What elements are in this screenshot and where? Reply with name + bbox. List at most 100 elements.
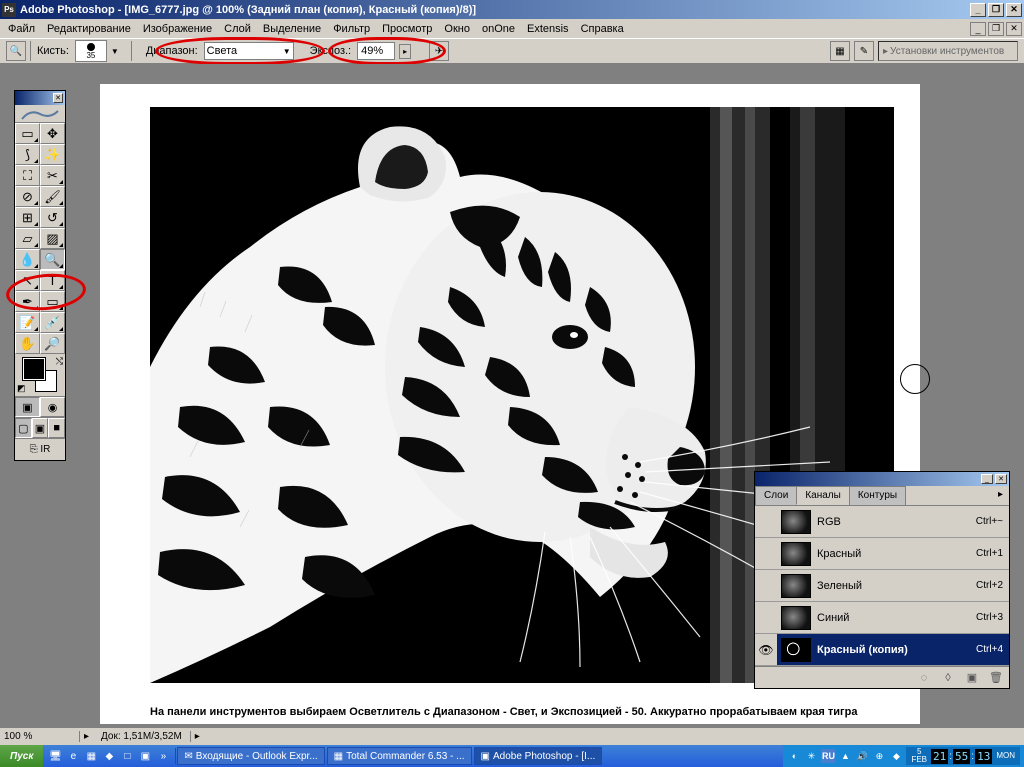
lasso-tool[interactable]: ⟆ [15, 144, 40, 165]
menu-extensis[interactable]: Extensis [521, 21, 575, 37]
delete-channel-button[interactable]: 🗑 [987, 670, 1005, 686]
menu-help[interactable]: Справка [575, 21, 630, 37]
eraser-tool[interactable]: ▱ [15, 228, 40, 249]
standard-mode-button[interactable]: ▣ [15, 397, 40, 417]
ql-desktop-icon[interactable]: 🖥 [47, 748, 63, 764]
load-selection-button[interactable]: ◌ [915, 670, 933, 686]
ql-app2-icon[interactable]: ◆ [101, 748, 117, 764]
gradient-tool[interactable]: ▨ [40, 228, 65, 249]
brush-preset-picker[interactable]: 35 [75, 40, 107, 62]
document-info[interactable]: Док: 1,51M/3,52M [93, 731, 191, 742]
visibility-toggle[interactable]: 👁 [755, 634, 777, 665]
toolbox-titlebar[interactable]: ✕ [15, 91, 65, 105]
panel-menu-icon[interactable]: ▸ [992, 486, 1009, 505]
taskbar-task-totalcmd[interactable]: ▦ Total Commander 6.53 - ... [327, 747, 472, 765]
zoom-field[interactable]: 100 % [0, 731, 80, 742]
dodge-tool[interactable]: 🔍 [40, 249, 65, 270]
menu-view[interactable]: Просмотр [376, 21, 438, 37]
airbrush-toggle[interactable]: ✈ [429, 41, 449, 61]
menu-filter[interactable]: Фильтр [327, 21, 376, 37]
zoom-tool[interactable]: 🔎 [40, 333, 65, 354]
menu-window[interactable]: Окно [438, 21, 476, 37]
swap-colors-icon[interactable]: ⤭ [56, 356, 63, 367]
exposure-input[interactable]: 49% [357, 42, 395, 60]
menu-file[interactable]: Файл [2, 21, 41, 37]
foreground-color-swatch[interactable] [23, 358, 45, 380]
tool-presets-well[interactable]: ▸ Установки инструментов [878, 41, 1018, 61]
marquee-tool[interactable]: ▭ [15, 123, 40, 144]
ql-ie-icon[interactable]: e [65, 748, 81, 764]
brush-tool[interactable]: 🖌 [40, 186, 65, 207]
file-browser-button[interactable]: ▦ [830, 41, 850, 61]
panel-titlebar[interactable]: _ ✕ [755, 472, 1009, 486]
doc-minimize-button[interactable]: _ [970, 22, 986, 36]
new-channel-button[interactable]: ▣ [963, 670, 981, 686]
ql-more-icon[interactable]: » [155, 748, 171, 764]
channel-row-blue[interactable]: Синий Ctrl+3 [755, 602, 1009, 634]
hand-tool[interactable]: ✋ [15, 333, 40, 354]
doc-close-button[interactable]: ✕ [1006, 22, 1022, 36]
exposure-slider-arrow[interactable]: ▸ [399, 44, 411, 59]
toolbox-close-icon[interactable]: ✕ [53, 93, 63, 103]
channel-row-red[interactable]: Красный Ctrl+1 [755, 538, 1009, 570]
tray-lang-indicator[interactable]: RU [821, 749, 835, 763]
menu-image[interactable]: Изображение [137, 21, 218, 37]
menu-edit[interactable]: Редактирование [41, 21, 137, 37]
channel-row-red-copy[interactable]: 👁 Красный (копия) Ctrl+4 [755, 634, 1009, 666]
tray-clock[interactable]: 5 FEB 21: 55: 13 MON [906, 747, 1020, 765]
taskbar-task-outlook[interactable]: ✉ Входящие - Outlook Expr... [177, 747, 324, 765]
maximize-button[interactable]: ❐ [988, 3, 1004, 17]
panel-minimize-icon[interactable]: _ [981, 474, 993, 484]
channel-row-rgb[interactable]: RGB Ctrl+~ [755, 506, 1009, 538]
menu-onone[interactable]: onOne [476, 21, 521, 37]
history-brush-tool[interactable]: ↺ [40, 207, 65, 228]
tray-icon[interactable]: ⊕ [872, 749, 886, 763]
type-tool[interactable]: T [40, 270, 65, 291]
healing-brush-tool[interactable]: ⊘ [15, 186, 40, 207]
close-button[interactable]: ✕ [1006, 3, 1022, 17]
shape-tool[interactable]: ▭ [40, 291, 65, 312]
menu-layer[interactable]: Слой [218, 21, 257, 37]
tab-channels[interactable]: Каналы [796, 486, 850, 505]
doc-restore-button[interactable]: ❐ [988, 22, 1004, 36]
start-button[interactable]: Пуск [0, 745, 43, 767]
tab-paths[interactable]: Контуры [849, 486, 906, 505]
tray-icon[interactable]: ◆ [889, 749, 903, 763]
path-selection-tool[interactable]: ↖ [15, 270, 40, 291]
minimize-button[interactable]: _ [970, 3, 986, 17]
brush-dropdown-arrow[interactable]: ▼ [111, 47, 119, 56]
doc-info-menu-arrow[interactable]: ▸ [191, 731, 204, 742]
magic-wand-tool[interactable]: ✨ [40, 144, 65, 165]
taskbar-task-photoshop[interactable]: ▣ Adobe Photoshop - [I... [474, 747, 603, 765]
ql-app-icon[interactable]: ▦ [83, 748, 99, 764]
pen-tool[interactable]: ✒ [15, 291, 40, 312]
tray-volume-icon[interactable]: 🔊 [855, 749, 869, 763]
zoom-menu-arrow[interactable]: ▸ [80, 731, 93, 742]
slice-tool[interactable]: ✂ [40, 165, 65, 186]
clone-stamp-tool[interactable]: ⊞ [15, 207, 40, 228]
channel-row-green[interactable]: Зеленый Ctrl+2 [755, 570, 1009, 602]
save-selection-button[interactable]: ◊ [939, 670, 957, 686]
tool-preset-picker[interactable]: 🔍 [6, 41, 26, 61]
move-tool[interactable]: ✥ [40, 123, 65, 144]
brushes-palette-button[interactable]: ✎ [854, 41, 874, 61]
menu-select[interactable]: Выделение [257, 21, 327, 37]
standard-screen-button[interactable]: ▢ [15, 418, 32, 438]
tab-layers[interactable]: Слои [755, 486, 797, 505]
channels-panel[interactable]: _ ✕ Слои Каналы Контуры ▸ RGB Ctrl+~ Кра… [754, 471, 1010, 689]
blur-tool[interactable]: 💧 [15, 249, 40, 270]
tray-icon[interactable]: ◐ [787, 749, 801, 763]
ql-app4-icon[interactable]: ▣ [137, 748, 153, 764]
default-colors-icon[interactable]: ◩ [17, 383, 26, 394]
ql-app3-icon[interactable]: □ [119, 748, 135, 764]
quickmask-mode-button[interactable]: ◉ [40, 397, 65, 417]
crop-tool[interactable]: ⛶ [15, 165, 40, 186]
range-dropdown[interactable]: Света ▼ [204, 42, 294, 60]
panel-close-icon[interactable]: ✕ [995, 474, 1007, 484]
jump-to-imageready-button[interactable]: ⎘ IR [15, 438, 65, 460]
tray-icon[interactable]: ✳ [804, 749, 818, 763]
fullscreen-menus-button[interactable]: ▣ [32, 418, 49, 438]
notes-tool[interactable]: 📝 [15, 312, 40, 333]
toolbox-header-logo[interactable] [15, 105, 65, 123]
fullscreen-button[interactable]: ■ [48, 418, 65, 438]
